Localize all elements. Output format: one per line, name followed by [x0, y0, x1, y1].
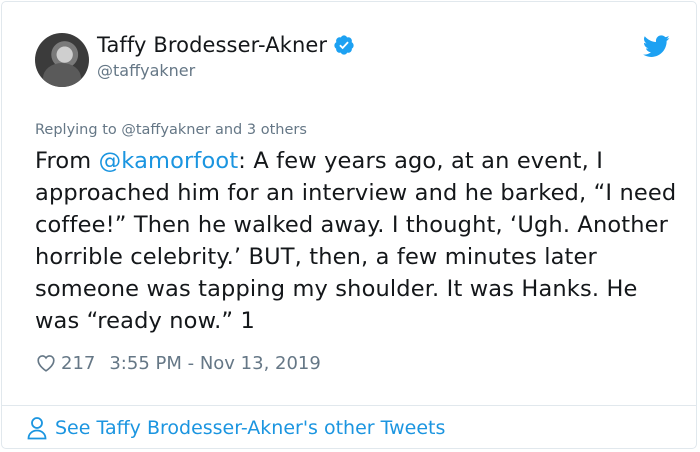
heart-icon[interactable] [35, 352, 57, 374]
author-handle[interactable]: @taffyakner [97, 61, 195, 80]
tweet-prefix: From [35, 148, 99, 174]
divider [2, 405, 696, 406]
tweet-mention-link[interactable]: @kamorfoot [99, 148, 239, 174]
replying-prefix: Replying to [35, 122, 122, 138]
replying-handle-link[interactable]: @taffyakner [121, 122, 210, 138]
tweet-body: : A few years ago, at an event, I approa… [35, 148, 677, 334]
replying-to: Replying to @taffyakner and 3 others [35, 122, 307, 138]
author-row: Taffy Brodesser-Akner [97, 33, 355, 57]
verified-badge-icon [334, 35, 354, 55]
timestamp[interactable]: 3:55 PM - Nov 13, 2019 [109, 353, 320, 374]
author-name[interactable]: Taffy Brodesser-Akner [97, 33, 327, 57]
other-tweets-label[interactable]: See Taffy Brodesser-Akner's other Tweets [55, 417, 445, 439]
twitter-bird-icon[interactable] [643, 35, 670, 58]
tweet-card: Taffy Brodesser-Akner @taffyakner Replyi… [1, 1, 697, 449]
like-count[interactable]: 217 [61, 353, 95, 374]
tweet-text: From @kamorfoot: A few years ago, at an … [35, 145, 685, 337]
avatar[interactable] [35, 33, 89, 87]
person-icon [27, 417, 47, 440]
other-tweets-link[interactable]: See Taffy Brodesser-Akner's other Tweets [26, 416, 445, 440]
tweet-meta: 217 3:55 PM - Nov 13, 2019 [35, 352, 321, 374]
replying-suffix[interactable]: and 3 others [210, 122, 307, 138]
